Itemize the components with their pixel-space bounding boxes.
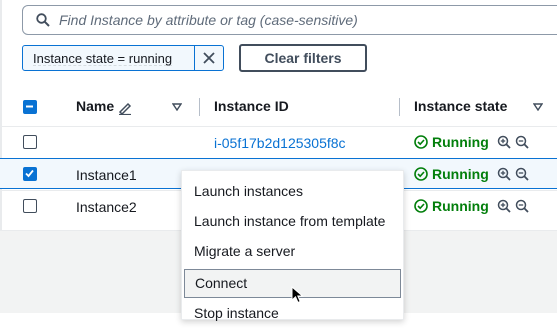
search-input[interactable] bbox=[59, 6, 539, 34]
zoom-out-icon[interactable] bbox=[515, 135, 529, 149]
pointer-cursor-icon bbox=[291, 286, 304, 304]
indeterminate-icon bbox=[26, 105, 33, 108]
edit-icon[interactable] bbox=[118, 101, 132, 115]
instance-state: Running bbox=[414, 198, 529, 214]
status-success-icon bbox=[414, 199, 428, 213]
column-header-instance-id[interactable]: Instance ID bbox=[214, 98, 289, 114]
state-label: Running bbox=[432, 134, 489, 150]
instance-state: Running bbox=[414, 166, 529, 182]
search-icon bbox=[36, 13, 50, 27]
sort-down-icon[interactable] bbox=[533, 103, 543, 111]
menu-item-launch-from-template[interactable]: Launch instance from template bbox=[182, 207, 403, 236]
status-success-icon bbox=[414, 135, 428, 149]
menu-item-launch-instances[interactable]: Launch instances bbox=[182, 177, 403, 206]
state-label: Running bbox=[432, 198, 489, 214]
instance-name: Instance2 bbox=[76, 199, 137, 215]
column-header-name[interactable]: Name bbox=[76, 98, 114, 114]
filter-token-label[interactable]: Instance state = running bbox=[23, 51, 194, 66]
check-icon bbox=[25, 169, 34, 178]
table-row[interactable]: i-05f17b2d125305f8c Running bbox=[0, 126, 557, 157]
zoom-out-icon[interactable] bbox=[515, 167, 529, 181]
clear-filters-button[interactable]: Clear filters bbox=[239, 44, 367, 72]
filter-token-remove-button[interactable] bbox=[194, 46, 223, 70]
instance-state: Running bbox=[414, 134, 529, 150]
zoom-in-icon[interactable] bbox=[497, 135, 511, 149]
column-divider[interactable] bbox=[199, 98, 200, 116]
search-bar[interactable] bbox=[22, 5, 557, 35]
table-header: Name Instance ID Instance state bbox=[0, 88, 557, 126]
status-success-icon bbox=[414, 167, 428, 181]
zoom-out-icon[interactable] bbox=[515, 199, 529, 213]
close-icon bbox=[203, 52, 215, 64]
instance-id-link[interactable]: i-05f17b2d125305f8c bbox=[214, 135, 346, 151]
column-divider[interactable] bbox=[399, 98, 400, 116]
select-all-checkbox[interactable] bbox=[23, 100, 37, 114]
instance-name: Instance1 bbox=[76, 167, 137, 183]
row-checkbox[interactable] bbox=[23, 135, 37, 149]
zoom-in-icon[interactable] bbox=[497, 167, 511, 181]
row-checkbox[interactable] bbox=[23, 167, 37, 181]
zoom-in-icon[interactable] bbox=[497, 199, 511, 213]
row-checkbox[interactable] bbox=[23, 199, 37, 213]
filter-token[interactable]: Instance state = running bbox=[22, 45, 224, 71]
column-header-instance-state[interactable]: Instance state bbox=[414, 98, 507, 114]
state-label: Running bbox=[432, 166, 489, 182]
sort-down-icon[interactable] bbox=[172, 103, 182, 111]
menu-item-migrate-server[interactable]: Migrate a server bbox=[182, 237, 403, 266]
